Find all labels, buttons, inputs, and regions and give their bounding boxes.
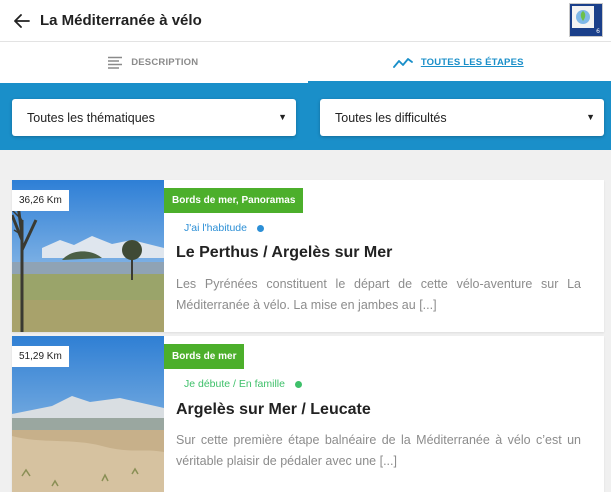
stage-card[interactable]: 36,26 Km Bords de mer, Panoramas J'ai l'… — [12, 180, 604, 332]
tab-bar: DESCRIPTION TOUTES LES ÉTAPES — [0, 42, 611, 83]
distance-badge: 51,29 Km — [12, 346, 69, 367]
stage-title[interactable]: Argelès sur Mer / Leucate — [176, 401, 371, 419]
tab-all-stages[interactable]: TOUTES LES ÉTAPES — [306, 42, 611, 83]
dropdown-arrow-icon: ▼ — [278, 112, 287, 122]
text-lines-icon — [108, 56, 123, 69]
difficulty-select-value: Toutes les difficultés — [335, 110, 447, 125]
top-bar: La Méditerranée à vélo 6 — [0, 0, 611, 42]
thematic-select-value: Toutes les thématiques — [27, 110, 155, 125]
difficulty-dot — [256, 224, 264, 232]
difficulty-dot — [294, 380, 302, 388]
dropdown-arrow-icon: ▼ — [586, 112, 595, 122]
difficulty-select[interactable]: Toutes les difficultés ▼ — [320, 99, 604, 136]
tab-all-stages-label: TOUTES LES ÉTAPES — [420, 57, 524, 68]
difficulty-label: Je débute / En famille — [184, 378, 285, 390]
tab-description[interactable]: DESCRIPTION — [0, 42, 306, 83]
stage-photo: 36,26 Km — [12, 180, 164, 332]
difficulty-level: J'ai l'habitude — [184, 222, 264, 234]
distance-badge: 36,26 Km — [12, 190, 69, 211]
stage-title[interactable]: Le Perthus / Argelès sur Mer — [176, 244, 392, 262]
tab-description-label: DESCRIPTION — [131, 57, 199, 68]
stage-description: Les Pyrénées constituent le départ de ce… — [176, 277, 581, 312]
difficulty-label: J'ai l'habitude — [184, 222, 247, 234]
filter-bar: Toutes les thématiques ▼ Toutes les diff… — [0, 83, 611, 150]
stage-photo: 51,29 Km — [12, 336, 164, 492]
arrow-left-icon — [14, 13, 30, 28]
back-button[interactable] — [2, 1, 42, 41]
thematic-select[interactable]: Toutes les thématiques ▼ — [12, 99, 296, 136]
globe-leaf-icon — [576, 10, 590, 24]
stage-card[interactable]: 51,29 Km Bords de mer Je débute / En fam… — [12, 336, 604, 492]
theme-tag: Bords de mer, Panoramas — [164, 188, 304, 213]
page-title: La Méditerranée à vélo — [40, 12, 202, 29]
stage-description: Sur cette première étape balnéaire de la… — [176, 433, 581, 468]
theme-tag: Bords de mer — [164, 344, 245, 369]
brand-logo[interactable]: 6 — [569, 3, 603, 37]
trend-line-icon — [392, 57, 413, 68]
difficulty-level: Je débute / En famille — [184, 378, 302, 390]
logo-number: 6 — [596, 28, 600, 35]
